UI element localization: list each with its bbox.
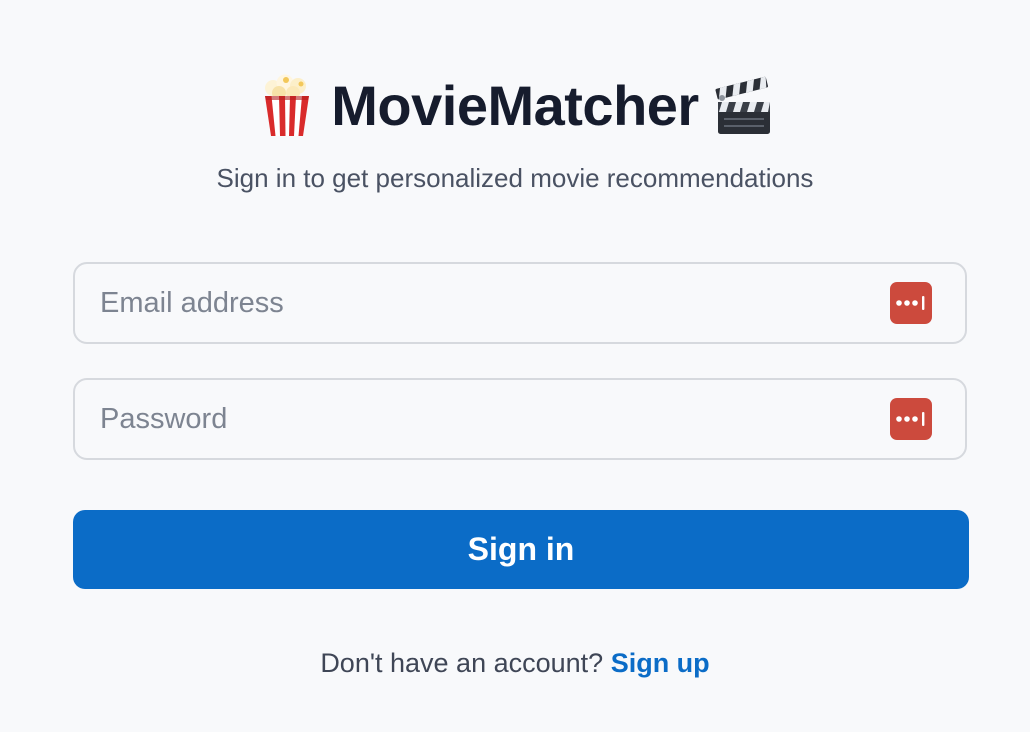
sign-up-link[interactable]: Sign up (611, 648, 710, 678)
password-manager-icon[interactable] (890, 398, 932, 440)
password-manager-icon[interactable] (890, 282, 932, 324)
app-title: MovieMatcher (331, 74, 699, 137)
page-header: MovieMatcher (0, 66, 1030, 146)
signup-prompt: Don't have an account? Sign up (0, 644, 1030, 682)
login-page: MovieMatcher Sign in to get personalized… (0, 0, 1030, 732)
email-input[interactable] (75, 264, 890, 342)
password-input[interactable] (75, 380, 890, 458)
clapper-board-icon (713, 74, 773, 138)
page-subtitle: Sign in to get personalized movie recomm… (216, 163, 814, 193)
signup-prompt-text: Don't have an account? (320, 648, 604, 678)
email-field-container (73, 262, 967, 344)
popcorn-icon (257, 74, 317, 138)
password-field-container (73, 378, 967, 460)
sign-in-button[interactable]: Sign in (73, 510, 969, 589)
